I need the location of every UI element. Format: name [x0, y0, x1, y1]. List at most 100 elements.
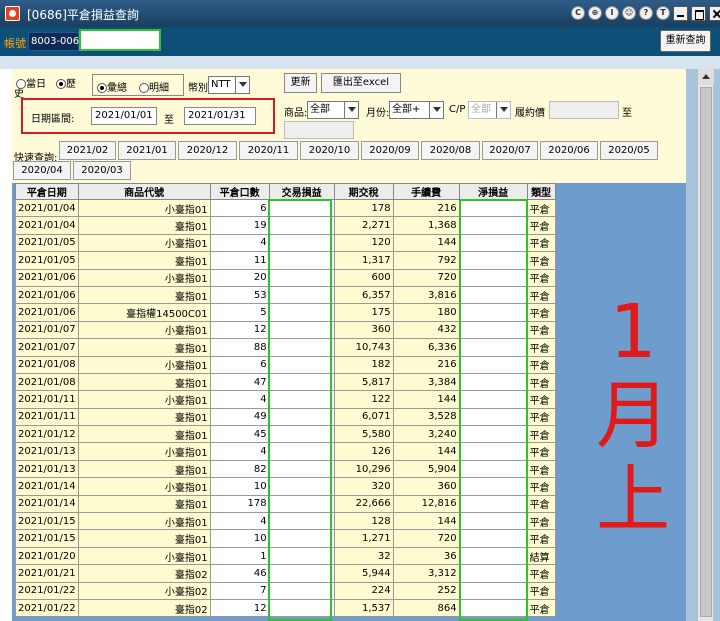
col-header-tax[interactable]: 期交稅 [333, 183, 394, 200]
date-from-input[interactable]: 2021/01/01 [91, 107, 157, 125]
currency-select[interactable]: NTT [208, 76, 250, 94]
quick-month-button[interactable]: 2020/12 [178, 141, 237, 160]
quick-month-button[interactable]: 2020/10 [300, 141, 359, 160]
quick-month-button[interactable]: 2020/09 [361, 141, 419, 160]
detail-option[interactable]: 明細 [139, 79, 169, 94]
table-row[interactable]: 2021/01/22 臺指02 12 1,537 864 平倉 [15, 598, 556, 618]
title-tool-button[interactable]: ⊕ [588, 6, 602, 20]
quick-month-button[interactable]: 2021/01 [118, 141, 176, 160]
maximize-icon[interactable] [691, 6, 706, 21]
type-cell: 平倉 [526, 285, 556, 305]
table-row[interactable]: 2021/01/04 小臺指01 6 178 216 平倉 [15, 198, 556, 218]
date-range-group: 日期區間: 2021/01/01 至 2021/01/31 [21, 98, 275, 134]
quick-month-button[interactable]: 2021/02 [59, 141, 116, 160]
table-row[interactable]: 2021/01/14 小臺指01 10 320 360 平倉 [15, 477, 556, 496]
quantity-cell: 82 [209, 459, 270, 479]
quick-month-button[interactable]: 2020/05 [600, 141, 658, 160]
quick-month-button[interactable]: 2020/11 [239, 141, 298, 160]
strike-to-input[interactable] [284, 121, 354, 139]
quantity-cell: 178 [209, 494, 270, 514]
strike-from-input[interactable] [549, 101, 619, 119]
table-row[interactable]: 2021/01/08 小臺指01 6 182 216 平倉 [15, 355, 556, 374]
title-tool-button[interactable]: ? [639, 6, 653, 20]
vertical-scrollbar[interactable] [697, 69, 714, 621]
tax-cell: 6,357 [333, 285, 394, 305]
product-cell: 臺指01 [77, 338, 211, 357]
close-date-cell: 2021/01/08 [15, 372, 79, 392]
quick-month-button[interactable]: 2020/07 [482, 141, 538, 160]
trade-pnl-cell [268, 216, 335, 235]
close-date-cell: 2021/01/14 [15, 477, 79, 496]
quantity-cell: 46 [209, 564, 270, 583]
product-select[interactable]: 全部 [307, 101, 359, 119]
col-header-type[interactable]: 類型 [526, 183, 556, 200]
col-header-close-date[interactable]: 平倉日期 [15, 183, 79, 200]
update-button[interactable]: 更新 [284, 73, 317, 93]
col-header-quantity[interactable]: 平倉口數 [209, 183, 270, 200]
col-header-fee[interactable]: 手續費 [392, 183, 460, 200]
scrollbar-thumb[interactable] [700, 87, 712, 617]
table-row[interactable]: 2021/01/05 臺指01 11 1,317 792 平倉 [15, 251, 556, 270]
title-tool-button[interactable]: I [605, 6, 619, 20]
table-row[interactable]: 2021/01/08 臺指01 47 5,817 3,384 平倉 [15, 372, 556, 392]
table-row[interactable]: 2021/01/04 臺指01 19 2,271 1,368 平倉 [15, 216, 556, 235]
annotation-line-1: 1月 [596, 289, 670, 459]
product-cell: 小臺指01 [77, 390, 211, 409]
minimize-icon[interactable] [673, 6, 688, 21]
close-date-cell: 2021/01/11 [15, 407, 79, 427]
export-excel-button[interactable]: 匯出至excel [321, 73, 401, 93]
mode-history-option[interactable]: 歷 [56, 75, 76, 90]
col-header-net-pnl[interactable]: 淨損益 [458, 183, 528, 200]
trade-pnl-cell [268, 390, 335, 409]
quantity-cell: 12 [209, 320, 270, 340]
title-tool-button[interactable]: T [656, 6, 670, 20]
refresh-query-button[interactable]: 重新查詢 [660, 30, 711, 52]
table-row[interactable]: 2021/01/22 小臺指02 7 224 252 平倉 [15, 581, 556, 600]
fee-cell: 792 [392, 251, 460, 270]
product-cell: 臺指01 [77, 494, 211, 514]
table-row[interactable]: 2021/01/15 小臺指01 4 128 144 平倉 [15, 512, 556, 531]
quantity-cell: 1 [209, 546, 270, 566]
title-tool-button[interactable]: ☺ [622, 6, 636, 20]
date-to-input[interactable]: 2021/01/31 [184, 107, 256, 125]
table-row[interactable]: 2021/01/15 臺指01 10 1,271 720 平倉 [15, 529, 556, 548]
product-cell: 臺指01 [77, 216, 211, 235]
table-row[interactable]: 2021/01/07 臺指01 88 10,743 6,336 平倉 [15, 338, 556, 357]
tax-cell: 22,666 [333, 494, 394, 514]
table-row[interactable]: 2021/01/06 臺指01 53 6,357 3,816 平倉 [15, 285, 556, 305]
quick-month-button[interactable]: 2020/08 [421, 141, 480, 160]
month-select[interactable]: 全部+ [389, 101, 444, 119]
table-row[interactable]: 2021/01/05 小臺指01 4 120 144 平倉 [15, 233, 556, 253]
table-row[interactable]: 2021/01/07 小臺指01 12 360 432 平倉 [15, 320, 556, 340]
table-row[interactable]: 2021/01/21 臺指02 46 5,944 3,312 平倉 [15, 564, 556, 583]
table-row[interactable]: 2021/01/20 小臺指01 1 32 36 結算 [15, 546, 556, 566]
product-cell: 臺指01 [77, 251, 211, 270]
results-table: 平倉日期 商品代號 平倉口數 交易損益 期交稅 手續費 淨損益 類型 2021/… [15, 183, 556, 618]
table-row[interactable]: 2021/01/11 小臺指01 4 122 144 平倉 [15, 390, 556, 409]
account-name-field[interactable] [79, 29, 161, 51]
title-tool-button[interactable]: C [571, 6, 585, 20]
quick-month-button[interactable]: 2020/06 [540, 141, 598, 160]
cp-select[interactable]: 全部 [468, 101, 511, 119]
col-header-trade-pnl[interactable]: 交易損益 [268, 183, 335, 200]
quick-month-button[interactable]: 2020/04 [13, 161, 71, 180]
account-select[interactable]: 8003-0066 [28, 32, 86, 51]
summary-option[interactable]: 彙總 [97, 79, 127, 94]
fee-cell: 36 [392, 546, 460, 566]
fee-cell: 720 [392, 529, 460, 548]
quick-month-button[interactable]: 2020/03 [73, 161, 131, 180]
scroll-up-icon[interactable] [698, 69, 714, 85]
table-row[interactable]: 2021/01/12 臺指01 45 5,580 3,240 平倉 [15, 425, 556, 444]
table-row[interactable]: 2021/01/13 小臺指01 4 126 144 平倉 [15, 442, 556, 461]
trade-pnl-cell [268, 564, 335, 583]
table-row[interactable]: 2021/01/11 臺指01 49 6,071 3,528 平倉 [15, 407, 556, 427]
table-row[interactable]: 2021/01/06 臺指權14500C01 5 175 180 平倉 [15, 303, 556, 322]
table-row[interactable]: 2021/01/13 臺指01 82 10,296 5,904 平倉 [15, 459, 556, 479]
table-row[interactable]: 2021/01/14 臺指01 178 22,666 12,816 平倉 [15, 494, 556, 514]
table-row[interactable]: 2021/01/06 小臺指01 20 600 720 平倉 [15, 268, 556, 287]
title-bar: [0686]平倉損益查詢 C ⊕ I ☺ ? T [0, 0, 720, 27]
col-header-product[interactable]: 商品代號 [77, 183, 211, 200]
close-icon[interactable] [709, 6, 720, 21]
tax-cell: 5,580 [333, 425, 394, 444]
quantity-cell: 53 [209, 285, 270, 305]
